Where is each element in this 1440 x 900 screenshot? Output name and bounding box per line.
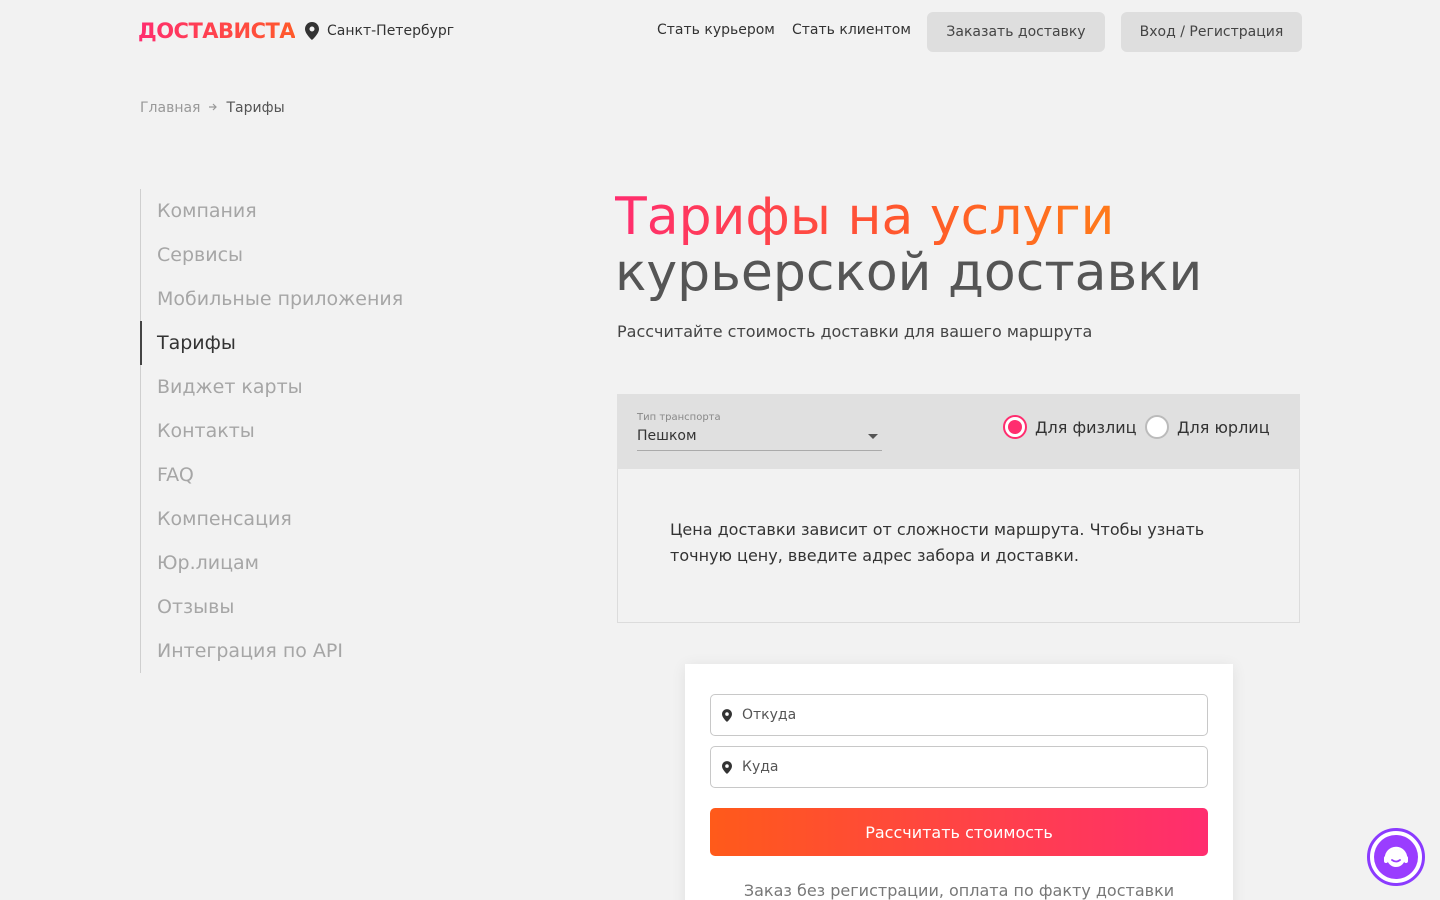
radio-individual[interactable]: Для физлиц [1003, 415, 1137, 439]
order-delivery-button[interactable]: Заказать доставку [927, 12, 1105, 52]
transport-type-value: Пешком [637, 428, 697, 444]
order-note: Заказ без регистрации, оплата по факту д… [743, 881, 1175, 900]
support-chat-button[interactable] [1367, 828, 1425, 886]
logo[interactable]: ДОСТАВИСТА [138, 18, 296, 44]
active-marker [140, 321, 142, 365]
header: ДОСТАВИСТА Санкт-Петербург Стать курьеро… [0, 0, 1440, 64]
radio-checked-icon [1003, 415, 1027, 439]
sidebar-item-faq[interactable]: FAQ [157, 461, 194, 489]
page-subtitle: Рассчитайте стоимость доставки для вашег… [617, 322, 1093, 341]
location-pin-icon [722, 708, 732, 722]
sidebar-item-map-widget[interactable]: Виджет карты [157, 373, 303, 401]
from-input[interactable] [742, 707, 1182, 723]
radio-unchecked-icon [1145, 415, 1169, 439]
sidebar-item-services[interactable]: Сервисы [157, 241, 243, 269]
calculator-options: Тип транспорта Пешком Для физлиц Для юрл… [617, 394, 1300, 469]
transport-type-select[interactable]: Тип транспорта Пешком [637, 412, 882, 451]
support-headset-icon [1374, 835, 1418, 879]
sidebar-item-contacts[interactable]: Контакты [157, 417, 255, 445]
sidebar-item-api[interactable]: Интеграция по API [157, 637, 343, 665]
radio-company-label: Для юрлиц [1177, 417, 1270, 437]
page-title-line2: курьерской доставки [615, 243, 1203, 303]
radio-individual-label: Для физлиц [1035, 417, 1137, 437]
to-field[interactable] [710, 746, 1208, 788]
transport-type-label: Тип транспорта [637, 412, 721, 423]
nav-become-client[interactable]: Стать клиентом [792, 22, 911, 38]
calculate-cost-button[interactable]: Рассчитать стоимость [710, 808, 1208, 856]
sidebar-item-tariffs[interactable]: Тарифы [157, 329, 236, 357]
calculator-result: Цена доставки зависит от сложности маршр… [617, 469, 1300, 623]
sidebar-item-compensation[interactable]: Компенсация [157, 505, 292, 533]
chevron-down-icon [868, 434, 878, 439]
sidebar-item-mobile-apps[interactable]: Мобильные приложения [157, 285, 403, 313]
sidebar-nav: Компания Сервисы Мобильные приложения Та… [140, 189, 440, 673]
breadcrumb: Главная Тарифы [140, 100, 285, 116]
city-selector[interactable]: Санкт-Петербург [305, 22, 454, 40]
radio-company[interactable]: Для юрлиц [1145, 415, 1270, 439]
address-form: Рассчитать стоимость Заказ без регистрац… [685, 664, 1233, 900]
arrow-right-icon [208, 101, 218, 116]
breadcrumb-current: Тарифы [226, 100, 285, 116]
city-name: Санкт-Петербург [327, 23, 455, 39]
page-title-line1: Тарифы на услуги [615, 187, 1115, 247]
to-input[interactable] [742, 759, 1182, 775]
sidebar-item-reviews[interactable]: Отзывы [157, 593, 234, 621]
login-register-button[interactable]: Вход / Регистрация [1121, 12, 1302, 52]
breadcrumb-home[interactable]: Главная [140, 100, 200, 116]
from-field[interactable] [710, 694, 1208, 736]
sidebar-item-legal-entities[interactable]: Юр.лицам [157, 549, 259, 577]
sidebar-item-company[interactable]: Компания [157, 197, 257, 225]
nav-become-courier[interactable]: Стать курьером [657, 22, 775, 38]
location-pin-icon [305, 22, 319, 40]
location-pin-icon [722, 760, 732, 774]
price-notice: Цена доставки зависит от сложности маршр… [670, 520, 1205, 565]
